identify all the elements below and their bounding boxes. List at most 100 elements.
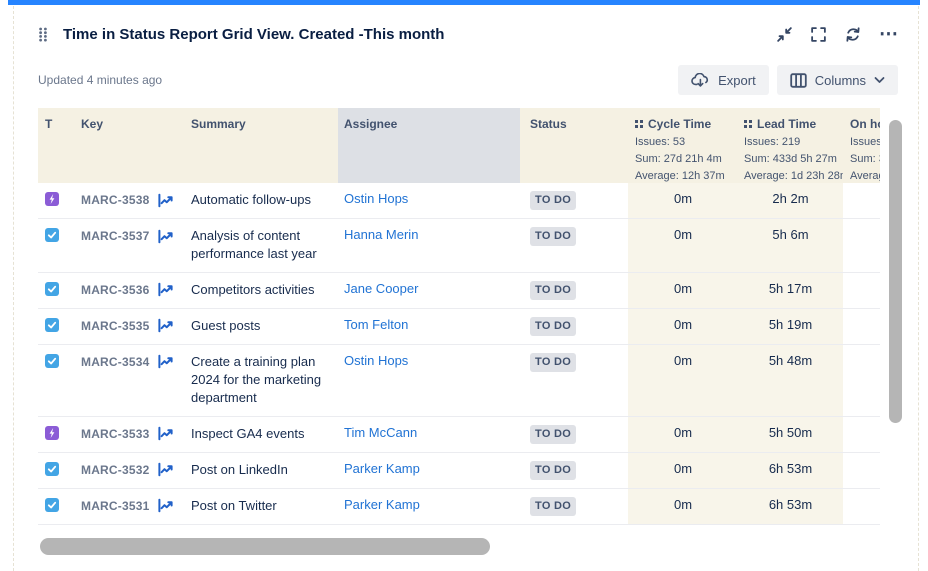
on-hold-cell: [843, 417, 880, 452]
table-row: MARC-3531 Post on Twitter Parker Kamp TO DO…: [38, 489, 880, 525]
on-hold-cell: [843, 183, 880, 218]
column-header-key[interactable]: Key: [75, 108, 185, 183]
task-icon: [45, 498, 59, 512]
column-header-on-hold[interactable]: On ho Issues: Sum: 3 Averag: [843, 108, 880, 183]
issue-summary: Guest posts: [191, 317, 260, 335]
key-cell: MARC-3536: [75, 273, 185, 307]
assignee-link[interactable]: Tim McCann: [344, 425, 417, 440]
assignee-link[interactable]: Tom Felton: [344, 317, 408, 332]
status-badge: TO DO: [530, 353, 576, 372]
chart-icon[interactable]: [157, 282, 176, 297]
assignee-link[interactable]: Parker Kamp: [344, 497, 420, 512]
issue-key[interactable]: MARC-3538: [81, 193, 150, 207]
lead-time-label: Lead Time: [757, 117, 816, 131]
widget-accent-bar: [8, 0, 920, 5]
chart-icon[interactable]: [157, 193, 176, 208]
assignee-link[interactable]: Ostin Hops: [344, 353, 408, 368]
column-header-assignee[interactable]: Assignee: [338, 108, 520, 183]
lead-time-value: 6h 53m: [769, 461, 812, 476]
lead-time-cell: 5h 6m: [737, 219, 843, 271]
status-badge: TO DO: [530, 461, 576, 480]
table-row: MARC-3535Guest postsTom FeltonTO DO0m5h …: [38, 309, 880, 345]
export-button[interactable]: Export: [678, 65, 769, 95]
assignee-link[interactable]: Jane Cooper: [344, 281, 418, 296]
issue-key[interactable]: MARC-3531: [81, 499, 150, 513]
issue-summary: Post on Twitter: [191, 497, 277, 515]
chart-icon[interactable]: [157, 318, 176, 333]
updated-timestamp: Updated 4 minutes ago: [38, 73, 162, 87]
right-dashed-border: [918, 6, 919, 571]
column-header-status[interactable]: Status: [520, 108, 628, 183]
on-hold-cell: [843, 309, 880, 344]
cycle-time-value: 0m: [674, 353, 692, 368]
left-dashed-border: [13, 6, 14, 571]
summary-cell: Create a training plan 2024 for the mark…: [185, 345, 338, 416]
cycle-time-cell: 0m: [628, 183, 737, 218]
status-cell: TO DO: [520, 453, 628, 488]
columns-button[interactable]: Columns: [777, 65, 898, 95]
column-header-type[interactable]: T: [38, 108, 75, 183]
status-badge: TO DO: [530, 425, 576, 444]
report-widget: Time in Status Report Grid View. Created…: [0, 0, 928, 571]
assignee-cell: Jane Cooper: [338, 273, 520, 308]
issue-key[interactable]: MARC-3534: [81, 355, 150, 369]
issue-key[interactable]: MARC-3533: [81, 427, 150, 441]
issue-key[interactable]: MARC-3536: [81, 283, 150, 297]
chart-icon[interactable]: [157, 498, 176, 513]
lead-time-value: 5h 17m: [769, 281, 812, 296]
status-badge: TO DO: [530, 191, 576, 210]
fullscreen-icon[interactable]: [810, 26, 827, 43]
issue-key[interactable]: MARC-3537: [81, 229, 150, 243]
type-cell: [38, 309, 75, 344]
vertical-scrollbar[interactable]: [889, 120, 902, 423]
page-title: Time in Status Report Grid View. Created…: [63, 26, 776, 43]
issue-key[interactable]: MARC-3532: [81, 463, 150, 477]
issue-summary: Analysis of content performance last yea…: [191, 227, 332, 263]
assignee-cell: Parker Kamp: [338, 453, 520, 488]
key-cell: MARC-3534: [75, 345, 185, 379]
assignee-cell: Ostin Hops: [338, 345, 520, 416]
assignee-cell: Hanna Merin: [338, 219, 520, 271]
widget-controls: ⋯: [776, 26, 898, 43]
status-badge: TO DO: [530, 497, 576, 516]
lead-time-issues: Issues: 219: [744, 136, 837, 148]
chart-icon[interactable]: [157, 426, 176, 441]
lead-time-sum: Sum: 433d 5h 27m: [744, 153, 837, 165]
issue-summary: Automatic follow-ups: [191, 191, 311, 209]
minimize-icon[interactable]: [776, 26, 793, 43]
summary-cell: Guest posts: [185, 309, 338, 344]
issue-key[interactable]: MARC-3535: [81, 319, 150, 333]
status-cell: TO DO: [520, 219, 628, 271]
more-options-icon[interactable]: ⋯: [879, 30, 898, 40]
lead-time-value: 5h 50m: [769, 425, 812, 440]
drag-handle-icon[interactable]: [38, 27, 48, 42]
chart-icon[interactable]: [157, 229, 176, 244]
column-header-lead-time[interactable]: Lead Time Issues: 219 Sum: 433d 5h 27m A…: [737, 108, 843, 183]
lead-time-cell: 6h 53m: [737, 489, 843, 524]
columns-icon: [790, 73, 807, 88]
assignee-link[interactable]: Parker Kamp: [344, 461, 420, 476]
column-header-summary[interactable]: Summary: [185, 108, 338, 183]
issue-summary: Inspect GA4 events: [191, 425, 304, 443]
assignee-link[interactable]: Ostin Hops: [344, 191, 408, 206]
key-cell: MARC-3532: [75, 453, 185, 487]
assignee-cell: Parker Kamp: [338, 489, 520, 524]
refresh-icon[interactable]: [844, 26, 862, 43]
assignee-link[interactable]: Hanna Merin: [344, 227, 418, 242]
assignee-cell: Tim McCann: [338, 417, 520, 452]
status-cell: TO DO: [520, 345, 628, 416]
chart-icon[interactable]: [157, 462, 176, 477]
table-row: MARC-3534 Create a training plan 2024 for…: [38, 345, 880, 417]
widget-header: Time in Status Report Grid View. Created…: [38, 26, 898, 43]
cycle-time-value: 0m: [674, 425, 692, 440]
on-hold-average: Averag: [850, 170, 874, 182]
cloud-download-icon: [691, 73, 710, 88]
status-badge: TO DO: [530, 281, 576, 300]
chart-icon[interactable]: [157, 354, 176, 369]
task-icon: [45, 354, 59, 368]
key-cell: MARC-3535: [75, 309, 185, 343]
column-header-cycle-time[interactable]: Cycle Time Issues: 53 Sum: 27d 21h 4m Av…: [628, 108, 737, 183]
lead-time-cell: 5h 17m: [737, 273, 843, 308]
summary-cell: Competitors activities: [185, 273, 338, 308]
horizontal-scrollbar[interactable]: [40, 538, 490, 555]
